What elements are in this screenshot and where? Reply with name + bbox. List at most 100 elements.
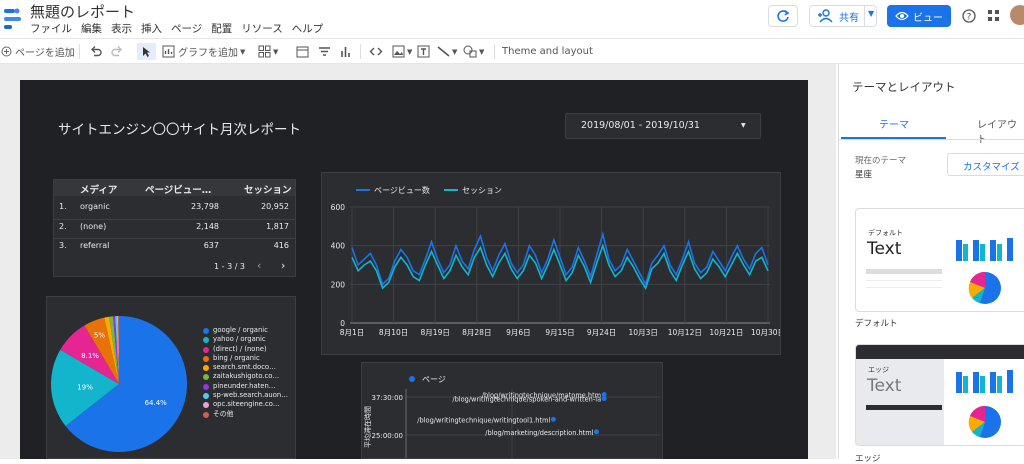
column-header-media[interactable]: メディア [80,182,117,196]
line-icon [437,46,450,57]
tab-theme[interactable]: テーマ [879,116,909,131]
line-button[interactable]: ▼ [437,43,457,60]
legend-item[interactable]: zaitakushigoto.co… [203,372,293,381]
menu-help[interactable]: ヘルプ [292,21,324,36]
legend-swatch [203,393,209,400]
row-number: 3. [59,241,67,250]
help-icon[interactable]: ? [962,9,976,23]
report-canvas: サイトエンジン〇〇サイト月次レポート 2019/08/01 - 2019/10/… [20,80,808,459]
theme-header-band [856,345,1024,359]
legend-item[interactable]: opc.siteengine.co… [203,400,293,409]
table-header: メディア ページビュー… セッション [54,180,295,196]
legend-item[interactable]: pineunder.haten… [203,382,293,391]
date-range-value: 2019/08/01 - 2019/10/31 [581,120,700,131]
legend-swatch [203,383,209,390]
x-tick-label: 10月3日 [629,328,658,337]
chevron-left-icon[interactable]: ‹ [257,259,261,272]
date-range-selector[interactable]: 2019/08/01 - 2019/10/31 ▼ [565,113,761,139]
svg-text:?: ? [967,13,972,23]
cell-media: referral [80,241,110,250]
legend-swatch [203,365,209,372]
x-tick-label: 9月24日 [587,328,616,337]
theme-layout-button[interactable]: Theme and layout [502,43,593,60]
menu-arrange[interactable]: 配置 [211,21,232,36]
menu-resource[interactable]: リソース [241,21,282,36]
caret-down-icon[interactable]: ▼ [868,9,874,18]
apps-grid-icon[interactable] [988,10,1000,22]
menu-file[interactable]: ファイル [30,21,72,36]
toolbar-divider [360,44,361,59]
theme-sample-pie [968,405,1001,438]
column-header-pageviews[interactable]: ページビュー… [145,182,211,196]
point-label: /blog/writingtechnique/writingtool1.html [417,416,550,424]
pie-chart-panel[interactable]: 64.4% 19% 8.1% 5% google / organic yahoo / o… [46,296,296,459]
menu-page[interactable]: ページ [171,21,202,36]
legend-label: bing / organic [213,353,260,362]
y-tick-label: 200 [331,280,346,289]
theme-sample-line [866,405,942,410]
y-tick-label: 37:30:00 [372,394,403,402]
theme-card-default[interactable]: デフォルト Text [855,208,1024,312]
cell-media: (none) [80,222,107,231]
legend-label: google / organic [213,326,268,334]
code-embed-icon[interactable] [369,43,383,60]
redo-icon[interactable] [110,43,124,60]
date-range-icon[interactable] [296,43,309,60]
legend-swatch [203,411,209,418]
column-header-sessions[interactable]: セッション [244,182,292,196]
shape-button[interactable]: ▼ [463,43,484,60]
scatter-chart-panel[interactable]: ページ 平均滞在時間 37:30:00 25:00:00/blog/writingte… [361,362,663,459]
add-circle-icon [1,46,12,57]
add-control-button[interactable]: ▼ [258,43,278,60]
eye-icon [895,11,909,21]
cell-pageviews: 637 [203,241,219,250]
legend-item[interactable]: yahoo / organic [203,335,293,344]
y-tick-label: 600 [331,203,346,212]
tab-layout[interactable]: レイアウト [977,116,1024,146]
filter-icon[interactable] [318,43,331,60]
x-tick-label: 8月10日 [379,328,408,337]
share-button[interactable]: 共有 ▼ [809,5,877,27]
legend-label: (direct) / (none) [213,344,267,353]
user-avatar[interactable] [1010,5,1024,25]
legend-label: pineunder.haten… [213,381,276,390]
legend-item[interactable]: sp-web.search.auon… [203,391,293,400]
legend-item[interactable]: google / organic [203,326,293,335]
menu-edit[interactable]: 編集 [81,21,102,36]
table-row: 3. referral 637 416 [54,238,295,254]
theme-card-edge[interactable]: エッジ Text [855,344,1024,446]
theme-sample-line [866,287,942,288]
theme-name-default: デフォルト [855,319,898,329]
report-heading[interactable]: サイトエンジン〇〇サイト月次レポート [58,118,301,138]
menu-view[interactable]: 表示 [111,21,132,36]
data-control-icon[interactable] [339,43,352,60]
select-tool[interactable] [137,43,156,60]
add-chart-label: グラフを追加 [178,48,238,59]
legend-swatch [203,337,209,344]
legend-swatch [203,402,209,409]
undo-icon[interactable] [89,43,103,60]
text-box-icon[interactable] [417,43,430,60]
legend-item[interactable]: その他 [203,410,293,419]
add-page-button[interactable]: ページを追加 [1,43,75,60]
image-button[interactable]: ▼ [392,43,412,60]
line-chart-panel[interactable]: 0 200 400 600 8月1日 8月10日 8月19日 8月28日 9月6日 9月15日 9月… [321,172,785,355]
pie-legend: google / organic yahoo / organic (direct) … [203,326,293,419]
legend-item[interactable]: bing / organic [203,354,293,363]
customize-button[interactable]: カスタマイズ [947,153,1024,176]
add-chart-button[interactable]: グラフを追加 ▼ [162,43,245,60]
view-button[interactable]: ビュー [887,5,951,27]
top-bar: 無題のレポート ファイル 編集 表示 挿入 ページ 配置 リソース ヘルプ 共有… [0,0,1024,38]
caret-down-icon: ▼ [741,122,746,129]
chevron-right-icon[interactable]: › [281,259,285,272]
refresh-button[interactable] [768,5,798,27]
legend-item[interactable]: (direct) / (none) [203,345,293,354]
legend-item[interactable]: search.smt.doco… [203,363,293,372]
legend-label: opc.siteengine.co… [213,400,280,409]
menu-insert[interactable]: 挿入 [141,21,162,36]
report-title[interactable]: 無題のレポート [30,1,135,22]
legend-swatch [203,374,209,381]
pie-slice-label: 64.4% [145,399,168,407]
menu-bar: ファイル 編集 表示 挿入 ページ 配置 リソース ヘルプ [30,21,323,36]
current-theme-name: 星座 [855,170,873,180]
